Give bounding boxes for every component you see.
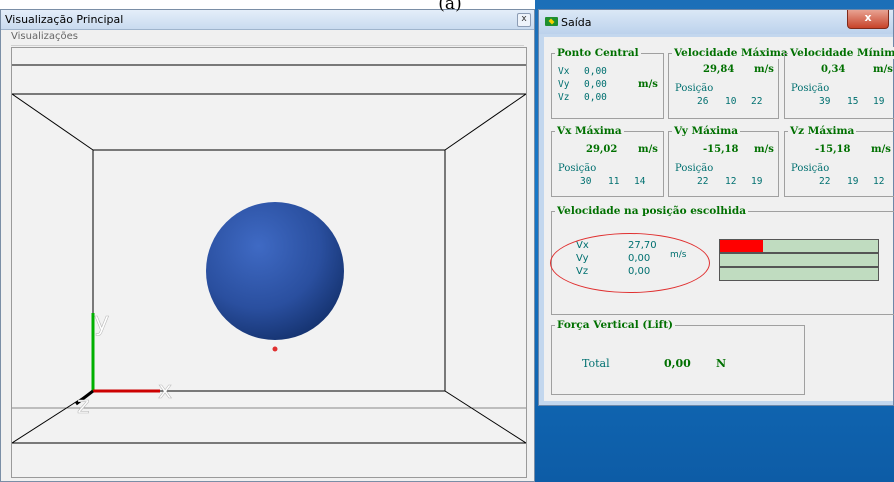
vz-bar [719, 267, 879, 281]
scene-svg: y x z [12, 64, 526, 444]
vy-maxima-pos-y: 12 [725, 176, 737, 187]
vz-maxima-pos-x: 22 [819, 176, 831, 187]
pc-unit: m/s [638, 79, 658, 90]
pc-vx-label: Vx [558, 66, 570, 77]
vx-maxima-pos-x: 30 [580, 176, 592, 187]
vz-maxima-unit: m/s [871, 144, 891, 155]
vy-bar [719, 253, 879, 267]
vz-maxima-pos-y: 19 [847, 176, 859, 187]
pc-vz-label: Vz [558, 92, 570, 103]
right-window-title: Saída [561, 16, 592, 29]
right-close-button[interactable]: x [847, 10, 889, 29]
forca-group: Força Vertical (Lift) Total 0,00 N [551, 319, 805, 395]
forca-label: Total [582, 357, 610, 370]
brazil-flag-icon [545, 17, 558, 26]
vel-maxima-pos-x: 26 [697, 96, 709, 107]
vel-maxima-value: 29,84 [703, 64, 735, 75]
output-window: Saída x Ponto Central Vx 0,00 Vy 0,00 m/… [538, 9, 894, 406]
left-close-button[interactable]: x [517, 13, 531, 27]
highlight-ellipse [550, 233, 710, 293]
sphere-shape [206, 202, 344, 340]
vx-maxima-pos-z: 14 [634, 176, 646, 187]
vx-maxima-group: Vx Máxima 29,02 m/s Posição 30 11 14 [551, 125, 664, 197]
vz-maxima-pos-z: 12 [873, 176, 885, 187]
edge-tl [12, 93, 94, 151]
vz-maxima-value: -15,18 [815, 144, 851, 155]
vel-minima-pos-y: 15 [847, 96, 859, 107]
vx-bar-fill [720, 240, 763, 252]
vx-bar [719, 239, 879, 253]
vel-minima-pos-x: 39 [819, 96, 831, 107]
z-axis-label: z [77, 391, 90, 419]
x-axis-label: x [158, 376, 172, 404]
vy-maxima-title: Vy Máxima [672, 125, 741, 137]
forca-title: Força Vertical (Lift) [555, 319, 676, 331]
vel-maxima-group: Velocidade Máxima 29,84 m/s Posição 26 1… [668, 47, 790, 119]
pc-vx-value: 0,00 [584, 66, 607, 77]
probe-point [272, 346, 278, 352]
main-visualization-window: Visualização Principal x Visualizações y… [0, 9, 535, 482]
pc-vy-value: 0,00 [584, 79, 607, 90]
vy-maxima-pos-label: Posição [675, 163, 714, 174]
visualizations-menu[interactable]: Visualizações [11, 31, 524, 46]
vel-minima-title: Velocidade Mínima [788, 47, 894, 59]
ponto-central-title: Ponto Central [555, 47, 641, 59]
vel-maxima-pos-z: 22 [751, 96, 763, 107]
vel-maxima-title: Velocidade Máxima [672, 47, 790, 59]
vy-maxima-unit: m/s [754, 144, 774, 155]
vy-maxima-pos-x: 22 [697, 176, 709, 187]
pc-vz-value: 0,00 [584, 92, 607, 103]
vel-posicao-title: Velocidade na posição escolhida [555, 205, 748, 217]
vx-maxima-unit: m/s [638, 144, 658, 155]
vx-maxima-pos-label: Posição [558, 163, 597, 174]
vz-maxima-title: Vz Máxima [788, 125, 857, 137]
vel-minima-pos-z: 19 [873, 96, 885, 107]
edge-tr [444, 93, 526, 151]
vz-maxima-pos-label: Posição [791, 163, 830, 174]
vel-minima-group: Velocidade Mínima 0,34 m/s Posição 39 15… [784, 47, 894, 119]
vx-maxima-title: Vx Máxima [555, 125, 624, 137]
3d-viewport[interactable]: y x z [11, 47, 527, 478]
forca-unit: N [716, 357, 727, 370]
vel-maxima-pos-label: Posição [675, 83, 714, 94]
edge-br [444, 390, 526, 444]
pc-vy-label: Vy [558, 79, 570, 90]
vy-maxima-pos-z: 19 [751, 176, 763, 187]
vel-maxima-pos-y: 10 [725, 96, 737, 107]
vel-minima-pos-label: Posição [791, 83, 830, 94]
vz-maxima-group: Vz Máxima -15,18 m/s Posição 22 19 12 [784, 125, 894, 197]
output-client-area: Ponto Central Vx 0,00 Vy 0,00 m/s Vz 0,0… [544, 37, 894, 401]
vx-maxima-value: 29,02 [586, 144, 618, 155]
vy-maxima-group: Vy Máxima -15,18 m/s Posição 22 12 19 [668, 125, 779, 197]
forca-value: 0,00 [664, 357, 691, 370]
vy-maxima-value: -15,18 [703, 144, 739, 155]
vx-maxima-pos-y: 11 [608, 176, 620, 187]
vel-minima-unit: m/s [873, 64, 893, 75]
vel-minima-value: 0,34 [821, 64, 846, 75]
figure-caption: (a) [438, 0, 462, 14]
right-titlebar: Saída x [539, 10, 893, 34]
y-axis-label: y [94, 307, 109, 337]
vel-maxima-unit: m/s [754, 64, 774, 75]
ponto-central-group: Ponto Central Vx 0,00 Vy 0,00 m/s Vz 0,0… [551, 47, 664, 119]
left-window-title: Visualização Principal [5, 13, 124, 26]
